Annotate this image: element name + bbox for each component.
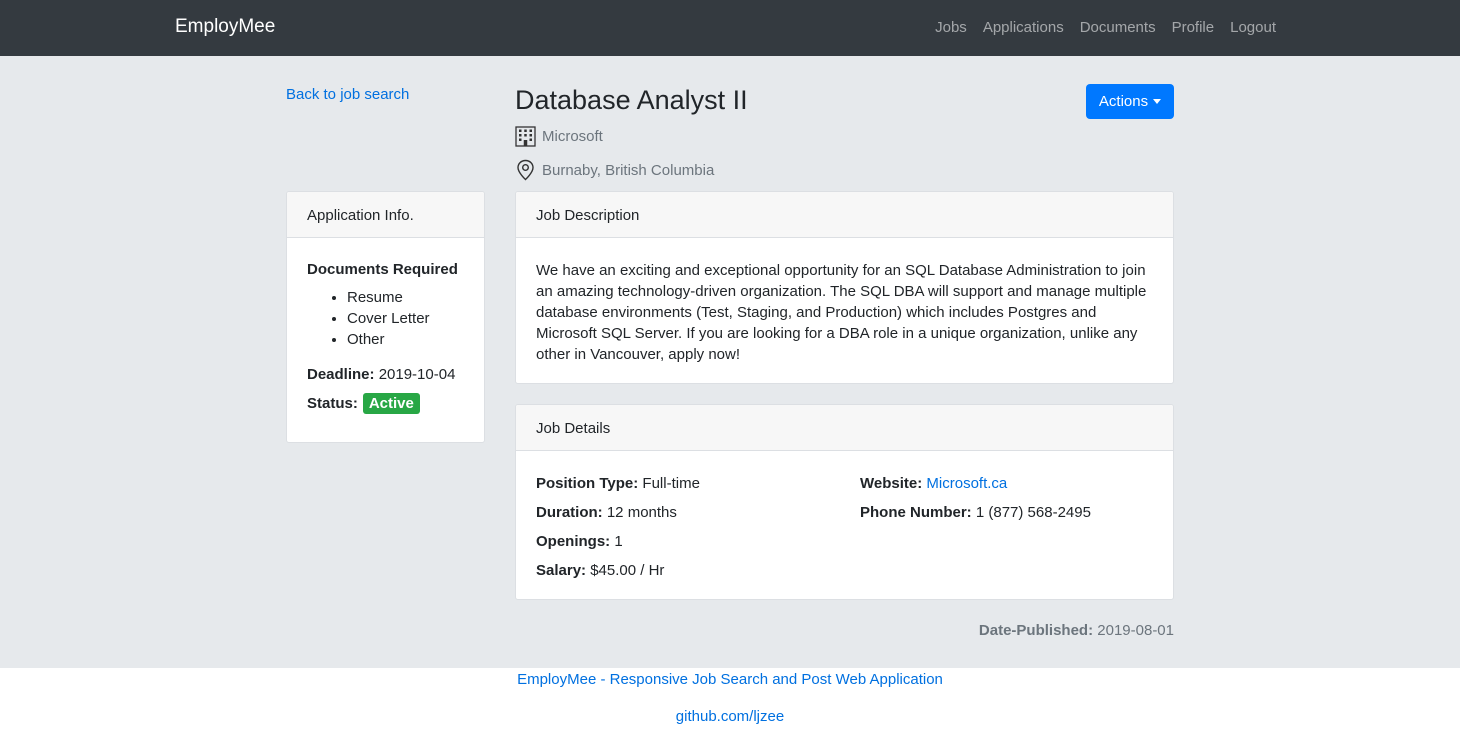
website-label: Website: <box>860 475 923 492</box>
nav-link-logout[interactable]: Logout <box>1230 19 1276 36</box>
website-row: Website: Microsoft.ca <box>860 473 1091 502</box>
documents-required-label: Documents Required <box>307 261 458 278</box>
date-published-value: 2019-08-01 <box>1097 622 1174 639</box>
location-row: Burnaby, British Columbia <box>515 159 714 181</box>
duration-value: 12 months <box>606 504 677 521</box>
caret-down-icon <box>1153 99 1162 104</box>
status-label: Status: <box>307 395 358 412</box>
duration-label: Duration: <box>536 504 603 521</box>
openings-row: Openings: 1 <box>536 531 700 560</box>
building-icon <box>515 126 536 147</box>
position-type-row: Position Type: Full-time <box>536 473 700 502</box>
status-row: Status: Active <box>307 393 464 414</box>
list-item: Cover Letter <box>347 308 464 329</box>
application-info-card: Application Info. Documents Required Res… <box>286 191 485 443</box>
documents-list: Resume Cover Letter Other <box>307 287 464 350</box>
main-content: Back to job search Database Analyst II M… <box>0 56 1460 668</box>
list-item: Resume <box>347 287 464 308</box>
job-details-body: Position Type: Full-time Duration: 12 mo… <box>516 451 1173 579</box>
job-details-card: Job Details Position Type: Full-time Dur… <box>515 404 1174 600</box>
map-pin-icon <box>517 159 534 181</box>
status-badge: Active <box>362 393 420 414</box>
deadline-row: Deadline: 2019-10-04 <box>307 366 464 383</box>
nav-link-jobs[interactable]: Jobs <box>935 19 967 36</box>
nav-links: Jobs Applications Documents Profile Logo… <box>919 19 1276 36</box>
job-details-right-column: Website: Microsoft.ca Phone Number: 1 (8… <box>860 473 1091 531</box>
deadline-label: Deadline: <box>307 366 375 383</box>
application-info-header: Application Info. <box>287 192 484 238</box>
salary-row: Salary: $45.00 / Hr <box>536 560 700 589</box>
phone-value: 1 (877) 568-2495 <box>975 504 1091 521</box>
navbar: EmployMee Jobs Applications Documents Pr… <box>0 0 1460 56</box>
job-description-header: Job Description <box>516 192 1173 238</box>
footer-app-row: EmployMee - Responsive Job Search and Po… <box>0 671 1460 688</box>
job-description-card: Job Description We have an exciting and … <box>515 191 1174 384</box>
job-description-text: We have an exciting and exceptional oppo… <box>536 262 1147 363</box>
duration-row: Duration: 12 months <box>536 502 700 531</box>
job-location: Burnaby, British Columbia <box>542 161 715 179</box>
position-type-label: Position Type: <box>536 475 639 492</box>
nav-link-documents[interactable]: Documents <box>1080 19 1156 36</box>
nav-link-applications[interactable]: Applications <box>983 19 1064 36</box>
brand-logo[interactable]: EmployMee <box>175 16 275 38</box>
company-name: Microsoft <box>542 128 603 145</box>
position-type-value: Full-time <box>642 475 700 492</box>
application-info-body: Documents Required Resume Cover Letter O… <box>287 238 484 434</box>
deadline-value: 2019-10-04 <box>378 366 456 383</box>
phone-label: Phone Number: <box>860 504 972 521</box>
actions-button-label: Actions <box>1098 93 1149 110</box>
footer-app-link[interactable]: EmployMee - Responsive Job Search and Po… <box>517 671 943 688</box>
openings-label: Openings: <box>536 533 611 550</box>
footer-github-row: github.com/ljzee <box>0 708 1460 725</box>
date-published-label: Date-Published: <box>978 622 1094 639</box>
website-link[interactable]: Microsoft.ca <box>926 475 1007 492</box>
job-details-header: Job Details <box>516 405 1173 451</box>
job-title: Database Analyst II <box>515 85 748 115</box>
back-to-search-link[interactable]: Back to job search <box>286 86 409 103</box>
openings-value: 1 <box>614 533 623 550</box>
date-published: Date-Published: 2019-08-01 <box>979 622 1174 639</box>
phone-row: Phone Number: 1 (877) 568-2495 <box>860 502 1091 531</box>
job-details-left-column: Position Type: Full-time Duration: 12 mo… <box>536 473 700 589</box>
salary-label: Salary: <box>536 562 587 579</box>
actions-dropdown-button[interactable]: Actions <box>1086 84 1174 119</box>
footer-github-link[interactable]: github.com/ljzee <box>676 708 784 725</box>
list-item: Other <box>347 329 464 350</box>
company-row: Microsoft <box>515 126 603 147</box>
salary-value: $45.00 / Hr <box>590 562 665 579</box>
nav-link-profile[interactable]: Profile <box>1172 19 1215 36</box>
